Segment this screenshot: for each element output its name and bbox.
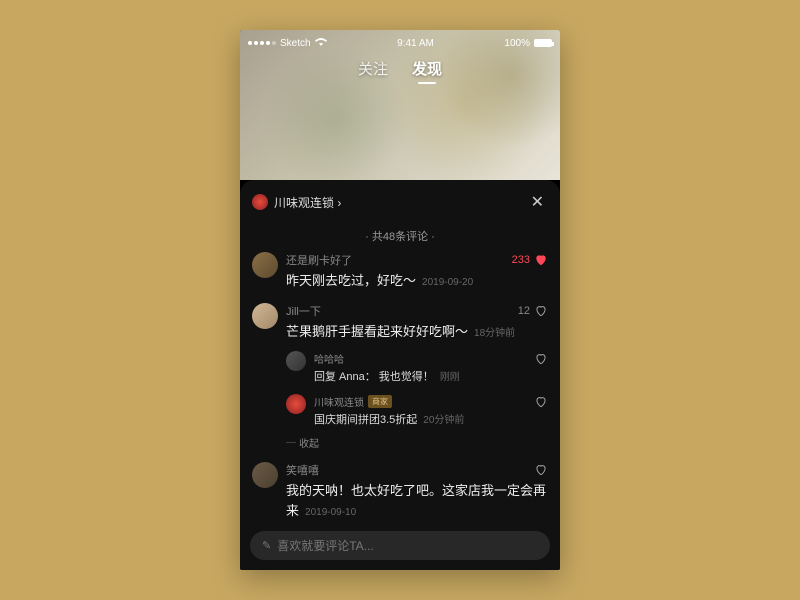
avatar[interactable] (252, 303, 278, 329)
heart-outline-icon[interactable] (534, 304, 548, 318)
like-count: 233 (512, 254, 530, 266)
comment-username[interactable]: 还是刷卡好了 (286, 252, 352, 268)
reply-text: 国庆期间拼团3.5折起20分钟前 (314, 411, 548, 427)
tab-discover[interactable]: 发现 (412, 58, 442, 79)
status-time: 9:41 AM (397, 38, 434, 49)
tab-follow[interactable]: 关注 (358, 58, 388, 79)
shop-name-link[interactable]: 川味观连锁 › (274, 194, 521, 211)
reply-username[interactable]: 哈哈哈 (314, 351, 344, 366)
shop-avatar[interactable] (252, 194, 268, 210)
avatar[interactable] (286, 394, 306, 414)
comments-panel: 川味观连锁 › ✕ · 共48条评论 · 还是刷卡好了 233 (240, 180, 560, 570)
panel-header: 川味观连锁 › ✕ (240, 180, 560, 224)
battery-icon (534, 39, 552, 47)
comment-text: 芒果鹅肝手握看起来好好吃啊～18分钟前 (286, 322, 548, 342)
timestamp: 20分钟前 (423, 415, 464, 426)
merchant-badge: 商家 (368, 395, 392, 408)
timestamp: 刚刚 (440, 372, 460, 383)
timestamp: 2019-09-20 (422, 277, 473, 288)
status-right: 100% (504, 38, 552, 49)
comments-list[interactable]: 还是刷卡好了 233 昨天刚去吃过，好吃～2019-09-20 (240, 252, 560, 525)
reply-item: 川味观连锁 商家 国庆期间拼团3.5折起20分钟前 (286, 394, 548, 427)
input-placeholder: 喜欢就要评论TA... (277, 537, 538, 554)
reply-username[interactable]: 川味观连锁 商家 (314, 394, 392, 409)
status-bar: Sketch 9:41 AM 100% (240, 33, 560, 53)
like-group[interactable] (534, 463, 548, 477)
avatar[interactable] (252, 252, 278, 278)
comment-count-label: · 共48条评论 · (240, 224, 560, 252)
heart-icon[interactable] (534, 253, 548, 267)
avatar[interactable] (252, 462, 278, 488)
comment-item: 还是刷卡好了 233 昨天刚去吃过，好吃～2019-09-20 (252, 252, 548, 291)
comment-username[interactable]: Jill一下 (286, 303, 321, 319)
top-tabs: 关注 发现 (358, 58, 442, 79)
phone-frame: Sketch 9:41 AM 100% 关注 发现 川味观连锁 › ✕ · 共4… (240, 30, 560, 570)
like-group[interactable]: 12 (518, 304, 548, 318)
comment-text: 我的天呐！也太好吃了吧。这家店我一定会再来2019-09-10 (286, 481, 548, 520)
comment-input[interactable]: ✎ 喜欢就要评论TA... (250, 531, 550, 560)
timestamp: 2019-09-10 (305, 507, 356, 518)
heart-outline-icon[interactable] (534, 463, 548, 477)
heart-outline-icon[interactable] (534, 352, 548, 366)
heart-outline-icon[interactable] (534, 395, 548, 409)
timestamp: 18分钟前 (474, 328, 515, 339)
carrier-label: Sketch (280, 38, 311, 49)
avatar[interactable] (286, 351, 306, 371)
battery-percent: 100% (504, 38, 530, 49)
reply-text: 回复 Anna： 我也觉得！刚刚 (314, 368, 548, 384)
signal-dots-icon (248, 41, 276, 45)
comment-username[interactable]: 笑嘻嘻 (286, 462, 319, 478)
comment-item: Jill一下 12 芒果鹅肝手握看起来好好吃啊～18分钟前 (252, 303, 548, 451)
status-left: Sketch (248, 37, 327, 49)
reply-item: 哈哈哈 回复 Anna： 我也觉得！刚刚 (286, 351, 548, 384)
wifi-icon (315, 37, 327, 49)
comment-text: 昨天刚去吃过，好吃～2019-09-20 (286, 271, 548, 291)
like-count: 12 (518, 305, 530, 317)
comment-item: 笑嘻嘻 我的天呐！也太好吃了吧。这家店我一定会再来2019-09-10 (252, 462, 548, 520)
collapse-replies[interactable]: 收起 (286, 435, 548, 450)
close-icon[interactable]: ✕ (527, 190, 548, 214)
edit-icon: ✎ (262, 539, 271, 552)
like-group[interactable]: 233 (512, 253, 548, 267)
